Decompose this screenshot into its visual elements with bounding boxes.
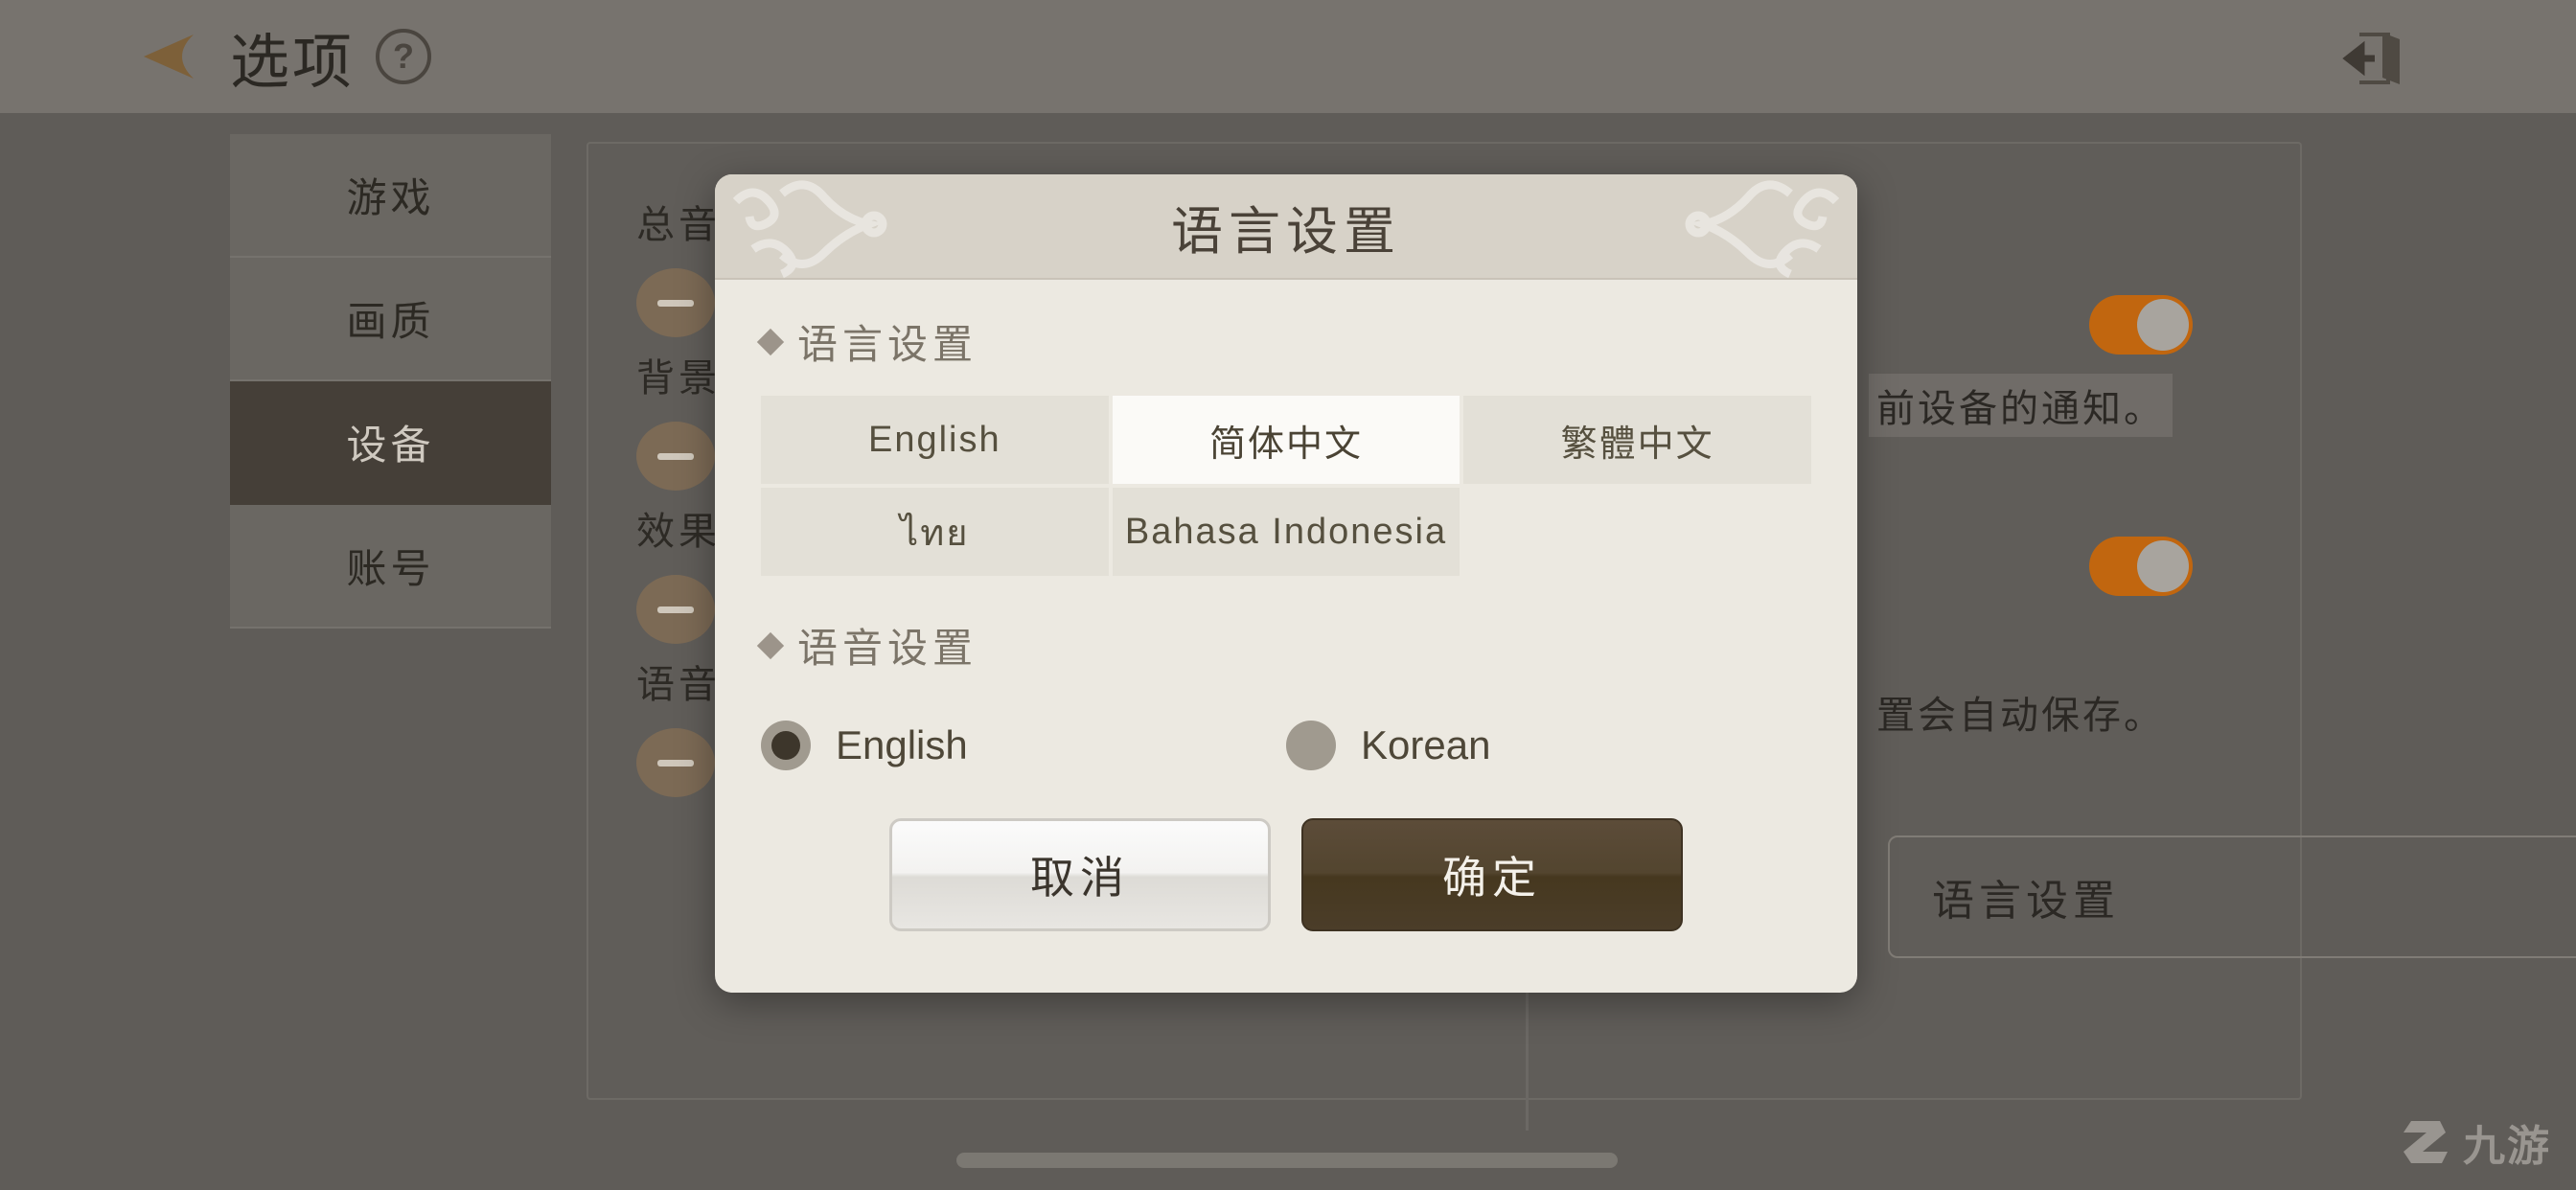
back-arrow-icon[interactable] (134, 29, 209, 84)
minus-icon[interactable] (636, 268, 715, 337)
language-option-label: Bahasa Indonesia (1124, 511, 1448, 552)
cancel-button[interactable]: 取消 (889, 818, 1271, 931)
minus-icon[interactable] (636, 575, 715, 644)
dialog-body: 语言设置 English 简体中文 繁體中文 ไทย Bahasa Indone… (715, 280, 1857, 931)
dialog-action-buttons: 取消 确定 (761, 818, 1811, 931)
language-section-title: 语言设置 (797, 322, 978, 367)
sidebar-item-device[interactable]: 设备 (230, 381, 551, 505)
sidebar-item-label: 游戏 (346, 175, 435, 220)
watermark: 九游 (2398, 1111, 2551, 1173)
language-section-header: 语言设置 (756, 312, 1811, 371)
language-option-english[interactable]: English (761, 396, 1109, 484)
voice-option-english[interactable]: English (761, 721, 1286, 770)
voice-option-label: English (836, 722, 968, 767)
language-option-simplified-chinese[interactable]: 简体中文 (1112, 396, 1460, 484)
autosave-toggle[interactable] (2089, 537, 2193, 596)
dialog-header: 语言设置 (715, 174, 1857, 280)
sidebar-item-label: 画质 (346, 299, 435, 344)
language-option-label: 繁體中文 (1560, 423, 1714, 465)
help-icon[interactable]: ? (376, 29, 432, 84)
confirm-button-label: 确定 (1442, 853, 1542, 903)
language-option-label: English (868, 419, 1001, 460)
panel-divider (1526, 987, 1529, 1131)
minus-icon[interactable] (636, 422, 715, 491)
language-option-traditional-chinese[interactable]: 繁體中文 (1463, 396, 1811, 484)
help-icon-glyph: ? (393, 36, 415, 76)
sidebar-item-account[interactable]: 账号 (230, 505, 551, 629)
voice-option-korean[interactable]: Korean (1286, 721, 1490, 770)
voice-option-label: Korean (1361, 722, 1491, 767)
diamond-bullet-icon (756, 631, 785, 659)
language-option-thai[interactable]: ไทย (761, 488, 1109, 576)
cancel-button-label: 取消 (1030, 853, 1130, 903)
exit-door-icon[interactable] (2340, 27, 2413, 90)
cloud-swirl-ornament-left (719, 174, 939, 282)
voice-section-title: 语音设置 (797, 626, 978, 671)
sidebar-item-label: 设备 (346, 423, 435, 468)
topbar-left-group: 选项 ? (134, 13, 432, 100)
volume-row-voice: 语音 (636, 653, 721, 797)
volume-label: 效果 (636, 511, 721, 553)
volume-row-effects: 效果 (636, 500, 721, 644)
bg-language-settings-label: 语言设置 (1932, 878, 2120, 925)
dialog-title: 语言设置 (1171, 202, 1401, 261)
volume-label: 总音 (636, 204, 721, 246)
language-option-label: 简体中文 (1208, 423, 1363, 465)
language-option-label: ไทย (900, 513, 970, 554)
diamond-bullet-icon (756, 328, 785, 355)
volume-row-background: 背景 (636, 347, 721, 491)
top-bar: 选项 ? (0, 0, 2576, 113)
autosave-note: 置会自动保存。 (1876, 695, 2165, 737)
volume-label: 语音 (636, 664, 721, 706)
sidebar-item-game[interactable]: 游戏 (230, 134, 551, 258)
jiuyou-logo-icon (2404, 1121, 2448, 1163)
cloud-swirl-ornament-right (1633, 174, 1853, 282)
radio-unselected-icon (1286, 721, 1336, 770)
voice-options-row: English Korean (761, 721, 1811, 770)
sidebar-menu: 游戏 画质 设备 账号 (230, 134, 551, 629)
home-indicator-bar[interactable] (956, 1153, 1618, 1168)
volume-row-master: 总音 (636, 194, 721, 337)
volume-label: 背景 (636, 357, 721, 400)
radio-selected-icon (761, 721, 811, 770)
page-title: 选项 (230, 30, 356, 96)
notification-toggle[interactable] (2089, 295, 2193, 355)
confirm-button[interactable]: 确定 (1301, 818, 1683, 931)
language-options-grid: English 简体中文 繁體中文 ไทย Bahasa Indonesia (761, 396, 1811, 576)
voice-section-header: 语音设置 (756, 616, 1811, 675)
language-settings-dialog: 语言设置 语言设置 English 简体中文 繁體中文 ไทย Bahasa I… (715, 174, 1857, 993)
notification-note: 前设备的通知。 (1869, 374, 2173, 437)
minus-icon[interactable] (636, 728, 715, 797)
watermark-text: 九游 (2463, 1123, 2551, 1170)
bg-language-settings-button[interactable]: 语言设置 (1888, 835, 2576, 958)
language-option-bahasa-indonesia[interactable]: Bahasa Indonesia (1112, 488, 1460, 576)
language-grid-empty-cell (1463, 488, 1811, 576)
sidebar-item-graphics[interactable]: 画质 (230, 258, 551, 381)
sidebar-item-label: 账号 (346, 546, 435, 591)
